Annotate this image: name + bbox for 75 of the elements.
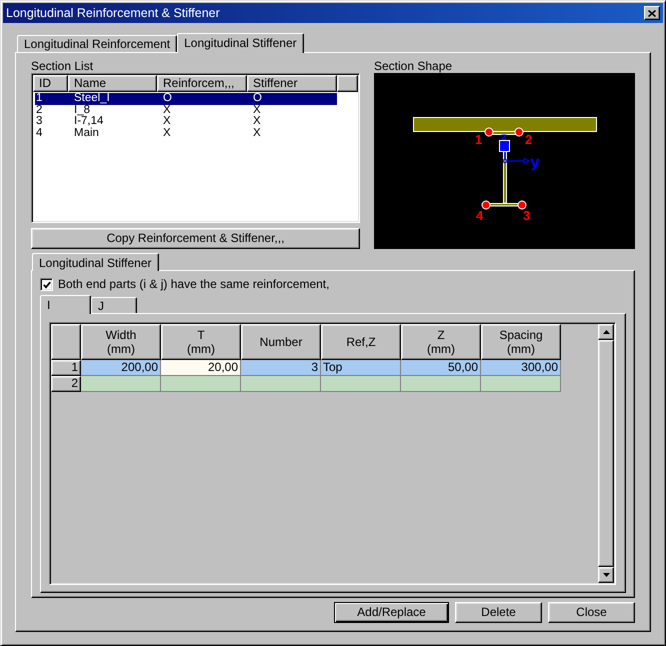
grid-cell[interactable] bbox=[321, 376, 401, 392]
grid-cell[interactable] bbox=[401, 376, 481, 392]
close-button[interactable] bbox=[644, 6, 660, 20]
grid-cell[interactable]: Top bbox=[321, 360, 401, 376]
column-header[interactable]: Z (mm) bbox=[401, 324, 481, 360]
copy-button[interactable]: Copy Reinforcement & Stiffener,,, bbox=[31, 228, 360, 249]
column-header[interactable]: T (mm) bbox=[161, 324, 241, 360]
scroll-up-button[interactable] bbox=[598, 324, 614, 340]
column-header[interactable]: ID bbox=[33, 75, 68, 92]
column-header[interactable]: Width (mm) bbox=[81, 324, 161, 360]
point-label: 4 bbox=[476, 208, 484, 223]
checkbox-label[interactable]: Both end parts (i & j) have the same reinforcement, bbox=[58, 278, 330, 291]
tab[interactable]: Longitudinal Reinforcement bbox=[17, 35, 178, 52]
column-header[interactable]: Stiffener bbox=[247, 75, 337, 92]
column-header[interactable]: Reinforcem,,, bbox=[157, 75, 247, 92]
axis-label: y bbox=[530, 153, 540, 171]
check-icon bbox=[42, 280, 50, 288]
close-icon bbox=[648, 10, 656, 16]
list-cell[interactable]: 2 bbox=[35, 104, 68, 116]
grid-cell[interactable] bbox=[81, 376, 161, 392]
grid-cell[interactable] bbox=[241, 376, 321, 392]
axis-label: z bbox=[501, 132, 507, 143]
coordinate-axes bbox=[502, 152, 530, 164]
point-label: 1 bbox=[475, 132, 482, 147]
down-arrow-icon bbox=[602, 573, 610, 577]
list-cell[interactable]: 3 bbox=[35, 116, 68, 128]
tab[interactable]: I bbox=[40, 295, 91, 314]
grid-cell[interactable]: 3 bbox=[241, 360, 321, 376]
grid-cell[interactable]: 300,00 bbox=[481, 360, 561, 376]
dialog-button[interactable]: Delete bbox=[455, 602, 542, 623]
point-label: 3 bbox=[523, 208, 530, 223]
point-marker-icon bbox=[482, 200, 490, 210]
list-cell[interactable]: 1 bbox=[35, 93, 68, 104]
list-cell[interactable]: Steel_I bbox=[68, 93, 157, 104]
up-arrow-icon bbox=[602, 330, 610, 334]
point-label: 2 bbox=[525, 132, 532, 147]
list-cell[interactable]: X bbox=[157, 104, 247, 116]
list-cell[interactable]: Main bbox=[68, 128, 157, 139]
row-header[interactable]: 1 bbox=[51, 360, 81, 376]
dialog-button[interactable]: Close bbox=[548, 602, 635, 623]
grid-cell[interactable] bbox=[481, 376, 561, 392]
group-label: Section Shape bbox=[374, 60, 452, 73]
point-marker-icon bbox=[514, 128, 524, 136]
column-header[interactable]: Ref,Z bbox=[321, 324, 401, 360]
scroll-down-button[interactable] bbox=[598, 567, 614, 583]
grid-cell[interactable]: 50,00 bbox=[401, 360, 481, 376]
list-cell[interactable]: X bbox=[157, 116, 247, 128]
list-cell[interactable]: O bbox=[247, 93, 337, 104]
list-cell[interactable]: 4 bbox=[35, 128, 68, 139]
list-cell[interactable]: I-7,14 bbox=[68, 116, 157, 128]
list-cell[interactable]: I_8 bbox=[68, 104, 157, 116]
tab[interactable]: J bbox=[91, 297, 137, 313]
column-header[interactable]: Name bbox=[68, 75, 157, 92]
grid-cell[interactable] bbox=[161, 376, 241, 392]
tab[interactable]: Longitudinal Stiffener bbox=[32, 253, 159, 271]
list-cell[interactable]: X bbox=[247, 116, 337, 128]
point-marker-icon bbox=[484, 128, 494, 136]
list-cell[interactable]: X bbox=[157, 128, 247, 139]
list-cell[interactable]: X bbox=[247, 128, 337, 139]
scroll-thumb[interactable] bbox=[598, 340, 614, 567]
dialog-button[interactable]: Add/Replace bbox=[334, 602, 449, 623]
column-header[interactable]: Spacing (mm) bbox=[481, 324, 561, 360]
group-label: Section List bbox=[31, 60, 94, 73]
web-plate bbox=[503, 152, 507, 204]
tab[interactable]: Longitudinal Stiffener bbox=[177, 33, 304, 53]
checkbox[interactable] bbox=[40, 278, 53, 291]
list-cell[interactable]: O bbox=[157, 93, 247, 104]
grid-cell[interactable]: 200,00 bbox=[81, 360, 161, 376]
column-header[interactable]: Number bbox=[241, 324, 321, 360]
row-header[interactable]: 2 bbox=[51, 376, 81, 392]
point-marker-icon bbox=[518, 200, 526, 210]
grid-cell[interactable]: 20,00 bbox=[161, 360, 241, 376]
square-marker-icon bbox=[499, 140, 510, 152]
list-cell[interactable]: X bbox=[247, 104, 337, 116]
window-title: Longitudinal Reinforcement & Stiffener bbox=[6, 5, 220, 21]
